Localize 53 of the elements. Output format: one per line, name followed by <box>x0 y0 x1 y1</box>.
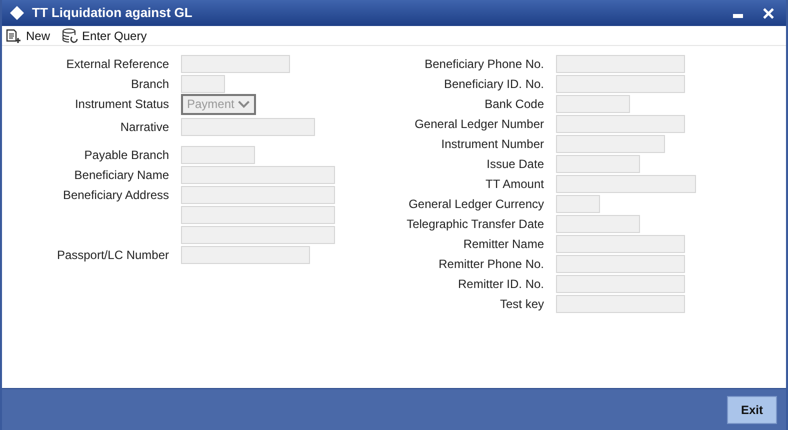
exit-button[interactable]: Exit <box>727 396 777 424</box>
input-field[interactable] <box>556 55 685 73</box>
input-field[interactable] <box>181 206 335 224</box>
new-document-icon <box>6 28 22 42</box>
input-field[interactable] <box>181 166 335 184</box>
field-label: Branch <box>130 77 169 91</box>
field-label: External Reference <box>66 57 169 71</box>
input-field[interactable] <box>556 275 685 293</box>
field-label: Narrative <box>120 120 169 134</box>
field-label: Payable Branch <box>84 148 169 162</box>
field-label: Telegraphic Transfer Date <box>406 217 544 231</box>
field-label: Passport/LC Number <box>56 248 169 262</box>
input-field[interactable] <box>181 55 290 73</box>
input-field[interactable] <box>556 195 600 213</box>
input-field[interactable] <box>556 95 630 113</box>
input-field[interactable] <box>181 226 335 244</box>
field-label: Remitter ID. No. <box>458 277 544 291</box>
input-field[interactable] <box>556 135 665 153</box>
close-icon[interactable] <box>763 8 774 18</box>
diamond-icon <box>10 6 24 20</box>
input-field[interactable] <box>556 215 640 233</box>
field-label: General Ledger Currency <box>408 197 544 211</box>
field-label: Remitter Phone No. <box>438 257 544 271</box>
field-label: Beneficiary Address <box>62 188 169 202</box>
input-field[interactable] <box>181 75 225 93</box>
input-field[interactable] <box>556 155 640 173</box>
enter-query-button[interactable]: Enter Query <box>62 26 147 44</box>
field-label: Beneficiary Phone No. <box>424 57 544 71</box>
input-field[interactable] <box>181 118 315 136</box>
field-label: Remitter Name <box>463 237 544 251</box>
input-field[interactable] <box>556 75 685 93</box>
field-label: Beneficiary ID. No. <box>444 77 544 91</box>
field-label: Bank Code <box>484 97 544 111</box>
input-field[interactable] <box>181 186 335 204</box>
input-field[interactable] <box>556 115 685 133</box>
chevron-down-icon <box>238 100 250 108</box>
field-label: Instrument Status <box>74 97 169 111</box>
input-field[interactable] <box>556 175 696 193</box>
input-field[interactable] <box>181 246 310 264</box>
database-icon <box>62 28 78 43</box>
field-label: General Ledger Number <box>414 117 544 131</box>
input-field[interactable] <box>181 146 255 164</box>
new-button[interactable]: New <box>6 26 50 44</box>
minimize-icon[interactable] <box>733 14 743 18</box>
input-field[interactable] <box>556 255 685 273</box>
field-label: Issue Date <box>486 157 544 171</box>
window-title: TT Liquidation against GL <box>32 4 192 22</box>
field-label: Test key <box>500 297 544 311</box>
field-label: Instrument Number <box>441 137 544 151</box>
field-label: TT Amount <box>486 177 544 191</box>
input-field[interactable] <box>556 295 685 313</box>
input-field[interactable] <box>556 235 685 253</box>
field-label: Beneficiary Name <box>74 168 169 182</box>
